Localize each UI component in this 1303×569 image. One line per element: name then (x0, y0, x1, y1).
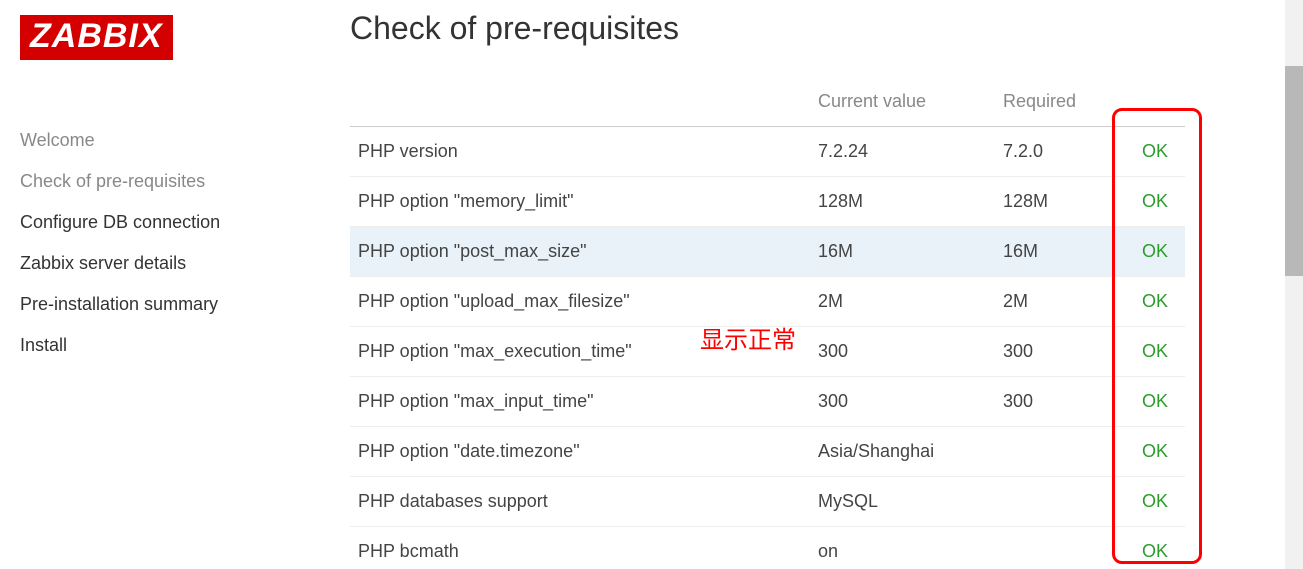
header-current-value: Current value (810, 77, 995, 127)
table-row: PHP option "memory_limit"128M128MOK (350, 177, 1185, 227)
cell-current-value: on (810, 527, 995, 568)
sidebar-item-check-of-pre-requisites[interactable]: Check of pre-requisites (20, 161, 330, 202)
brand-logo: ZABBIX (20, 15, 173, 60)
table-row: PHP version7.2.247.2.0OK (350, 127, 1185, 177)
cell-name: PHP option "max_input_time" (350, 377, 810, 427)
sidebar-item-configure-db-connection[interactable]: Configure DB connection (20, 202, 330, 243)
cell-required (995, 427, 1125, 477)
table-row: PHP option "date.timezone"Asia/Shanghai O… (350, 427, 1185, 477)
cell-current-value: 2M (810, 277, 995, 327)
cell-required: 16M (995, 227, 1125, 277)
cell-status: OK (1125, 327, 1185, 377)
cell-current-value: 300 (810, 327, 995, 377)
table-row: PHP option "max_input_time"300300OK (350, 377, 1185, 427)
table-row: PHP option "upload_max_filesize"2M2MOK (350, 277, 1185, 327)
cell-current-value: MySQL (810, 477, 995, 527)
header-required: Required (995, 77, 1125, 127)
cell-status: OK (1125, 527, 1185, 568)
cell-current-value: Asia/Shanghai (810, 427, 995, 477)
cell-current-value: 300 (810, 377, 995, 427)
page-scrollbar-thumb[interactable] (1285, 66, 1303, 276)
sidebar-item-pre-installation-summary[interactable]: Pre-installation summary (20, 284, 330, 325)
requisites-table-wrap[interactable]: Current value Required PHP version7.2.24… (350, 77, 1215, 567)
table-row: PHP databases supportMySQL OK (350, 477, 1185, 527)
cell-current-value: 16M (810, 227, 995, 277)
table-row: PHP option "post_max_size"16M16MOK (350, 227, 1185, 277)
cell-name: PHP version (350, 127, 810, 177)
cell-required: 2M (995, 277, 1125, 327)
cell-name: PHP bcmath (350, 527, 810, 568)
cell-name: PHP option "post_max_size" (350, 227, 810, 277)
table-row: PHP option "max_execution_time"300300OK (350, 327, 1185, 377)
sidebar-item-zabbix-server-details[interactable]: Zabbix server details (20, 243, 330, 284)
cell-name: PHP option "date.timezone" (350, 427, 810, 477)
cell-status: OK (1125, 427, 1185, 477)
cell-name: PHP option "memory_limit" (350, 177, 810, 227)
cell-current-value: 128M (810, 177, 995, 227)
cell-required: 7.2.0 (995, 127, 1125, 177)
cell-status: OK (1125, 477, 1185, 527)
cell-status: OK (1125, 227, 1185, 277)
cell-required: 300 (995, 327, 1125, 377)
cell-name: PHP databases support (350, 477, 810, 527)
cell-status: OK (1125, 277, 1185, 327)
cell-current-value: 7.2.24 (810, 127, 995, 177)
cell-name: PHP option "upload_max_filesize" (350, 277, 810, 327)
sidebar-item-welcome[interactable]: Welcome (20, 120, 330, 161)
cell-status: OK (1125, 177, 1185, 227)
header-name (350, 77, 810, 127)
sidebar-item-install[interactable]: Install (20, 325, 330, 366)
sidebar: ZABBIX WelcomeCheck of pre-requisitesCon… (0, 0, 330, 569)
header-status (1125, 77, 1185, 127)
step-nav: WelcomeCheck of pre-requisitesConfigure … (20, 120, 330, 366)
cell-name: PHP option "max_execution_time" (350, 327, 810, 377)
cell-required (995, 527, 1125, 568)
page-title: Check of pre-requisites (350, 10, 1303, 47)
main-content: Check of pre-requisites Current value Re… (330, 0, 1303, 569)
cell-status: OK (1125, 127, 1185, 177)
cell-required: 128M (995, 177, 1125, 227)
cell-required (995, 477, 1125, 527)
requisites-table: Current value Required PHP version7.2.24… (350, 77, 1185, 567)
table-row: PHP bcmathon OK (350, 527, 1185, 568)
cell-required: 300 (995, 377, 1125, 427)
cell-status: OK (1125, 377, 1185, 427)
